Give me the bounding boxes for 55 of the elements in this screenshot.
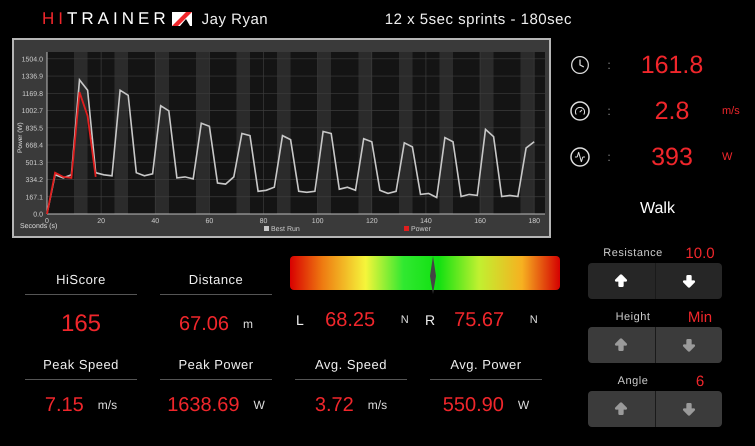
separator: : xyxy=(606,58,612,72)
mode-label: Walk xyxy=(640,200,675,218)
metric-value: 393 xyxy=(650,142,694,172)
legend-swatch xyxy=(404,226,409,231)
control-value: Min xyxy=(686,308,714,326)
control-label: Height xyxy=(614,311,652,323)
separator: : xyxy=(606,104,612,118)
side-label: R xyxy=(425,312,436,328)
workout-title: 12 x 5sec sprints - 180sec xyxy=(384,10,572,28)
down-arrow-icon xyxy=(680,273,697,289)
stat-label: Distance xyxy=(188,272,244,287)
down-arrow-icon xyxy=(680,337,697,353)
force-value: 68.25 xyxy=(325,308,376,332)
clock-icon xyxy=(570,55,590,75)
control-value: 6 xyxy=(694,372,706,390)
stat-unit: m/s xyxy=(368,398,388,412)
up-arrow-icon xyxy=(613,401,630,417)
stat-unit: W xyxy=(253,398,265,412)
stat-unit: m/s xyxy=(98,398,118,412)
force-unit: N xyxy=(400,314,410,326)
down-arrow-icon xyxy=(680,401,697,417)
decrease-button[interactable] xyxy=(654,263,722,299)
stat-value: 550.90 xyxy=(442,394,504,416)
stat-value: 3.72 xyxy=(314,394,354,416)
metric-unit: m/s xyxy=(722,105,741,117)
legend-swatch xyxy=(264,226,269,231)
speedometer-icon xyxy=(570,101,590,121)
stat-value: 165 xyxy=(60,310,102,338)
user-name: Jay Ryan xyxy=(202,10,268,28)
stat-label: HiScore xyxy=(56,272,106,287)
stat-unit: m xyxy=(243,317,254,331)
up-arrow-icon xyxy=(613,273,630,289)
stat-label: Peak Speed xyxy=(43,357,119,372)
up-arrow-icon xyxy=(613,337,630,353)
control-label: Resistance xyxy=(602,247,664,259)
increase-button[interactable] xyxy=(588,263,654,299)
activity-icon xyxy=(570,147,590,167)
side-label: L xyxy=(296,312,305,328)
stat-label: Avg. Speed xyxy=(315,357,387,372)
metric-value: 2.8 xyxy=(654,96,690,126)
stat-label: Avg. Power xyxy=(450,357,522,372)
stat-value: 7.15 xyxy=(44,394,84,416)
separator: : xyxy=(606,150,612,164)
stat-label: Peak Power xyxy=(178,357,254,372)
logo-icon xyxy=(172,12,192,26)
stat-value: 1638.69 xyxy=(167,394,240,416)
control-value: 10.0 xyxy=(684,244,716,262)
force-value: 75.67 xyxy=(454,308,506,332)
stat-value: 67.06 xyxy=(178,312,230,336)
force-unit: N xyxy=(530,314,539,326)
stat-unit: W xyxy=(518,398,530,412)
control-label: Angle xyxy=(616,375,650,387)
metric-value: 161.8 xyxy=(640,50,704,80)
brand-logo-text: HI TRAINER xyxy=(42,9,170,29)
metric-unit: W xyxy=(722,151,734,163)
